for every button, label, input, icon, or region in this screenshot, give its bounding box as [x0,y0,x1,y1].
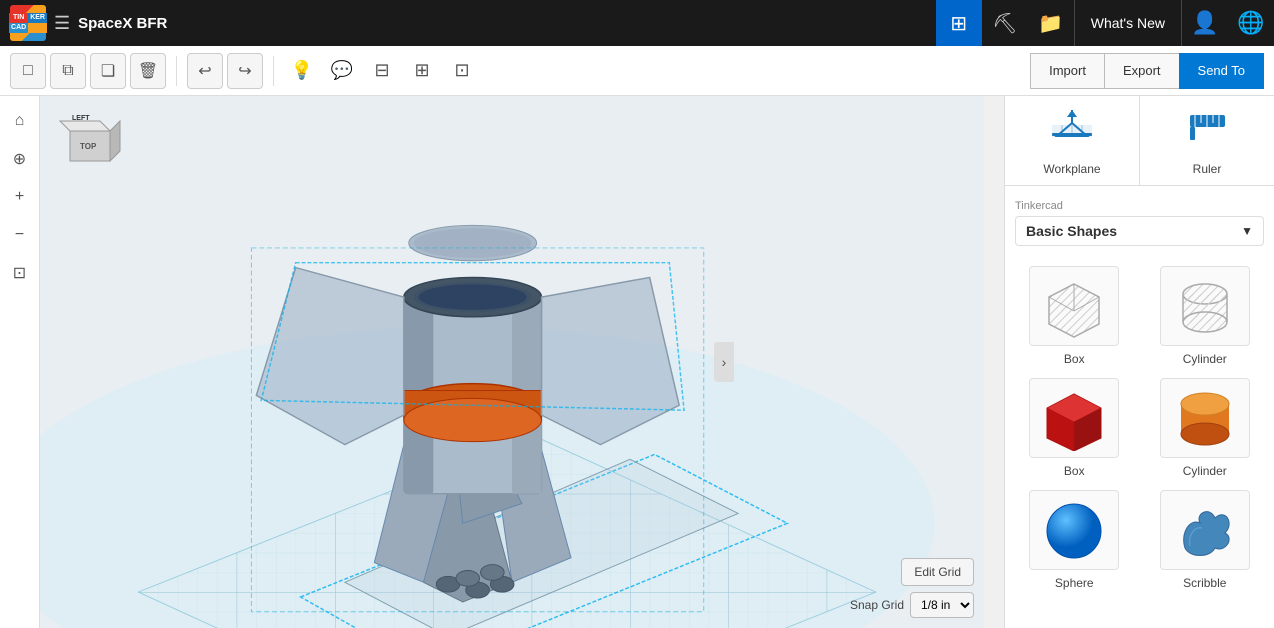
workplane-label: Workplane [1043,162,1100,176]
shape-thumb-scribble [1160,490,1250,570]
shape-label-scribble: Scribble [1183,576,1226,590]
shape-thumb-cylinder-solid [1160,378,1250,458]
shapes-grid: Box [1015,266,1264,590]
logo[interactable]: TIN KER CAD [10,5,46,41]
shape-label-box-solid: Box [1064,464,1085,478]
shape-library: Tinkercad Basic Shapes ▼ [1005,186,1274,628]
rocket-scene [40,96,984,628]
main-area: ⌂ ⊕ + − ⊡ TOP LEFT [0,96,1274,628]
shape-item-sphere-solid[interactable]: Sphere [1015,490,1134,590]
shape-thumb-cylinder-outline [1160,266,1250,346]
right-panel: Workplane Ruler [1004,96,1274,628]
snap-grid-label: Snap Grid [850,598,904,612]
zoom-in-button[interactable]: + [5,182,35,212]
shape-item-cylinder-outline[interactable]: Cylinder [1146,266,1265,366]
shape-label-cylinder-outline: Cylinder [1183,352,1227,366]
snap-grid-select[interactable]: 1/8 in 1/4 in 1/2 in 1 in [910,592,974,618]
shape-label-cylinder-solid: Cylinder [1183,464,1227,478]
fit-view-button[interactable]: ⊕ [5,144,35,174]
grid-view-button[interactable]: ⊞ [936,0,982,46]
shape-thumb-box-solid [1029,378,1119,458]
duplicate-button[interactable]: ❏ [90,53,126,89]
library-header: Tinkercad Basic Shapes ▼ [1015,196,1264,254]
snap-grid-row: Snap Grid 1/8 in 1/4 in 1/2 in 1 in [850,592,974,618]
panel-tools-row: Workplane Ruler [1005,96,1274,186]
light-button[interactable]: 💡 [284,53,320,89]
toolbar: □ ⧉ ❏ 🗑 ↩ ↪ 💡 💬 ⊟ ⊞ ⊡ Import Export Send… [0,46,1274,96]
delete-button[interactable]: 🗑 [130,53,166,89]
library-dropdown-button[interactable]: Basic Shapes ▼ [1015,216,1264,246]
mirror-button[interactable]: ⊞ [404,53,440,89]
shape-item-scribble[interactable]: Scribble [1146,490,1265,590]
viewport-bottom-controls: Edit Grid Snap Grid 1/8 in 1/4 in 1/2 in… [850,558,974,618]
library-name: Basic Shapes [1026,223,1117,239]
ruler-icon [1185,105,1230,158]
comment-button[interactable]: 💬 [324,53,360,89]
user-icon-button[interactable]: 👤 [1182,0,1228,46]
library-brand: Tinkercad [1015,200,1264,212]
logo-area: TIN KER CAD ☰ SpaceX BFR [0,5,177,41]
avatar-button[interactable]: 🌐 [1228,0,1274,46]
new-shape-button[interactable]: □ [10,53,46,89]
viewport[interactable]: TOP LEFT [40,96,984,628]
redo-button[interactable]: ↪ [227,53,263,89]
edit-grid-button[interactable]: Edit Grid [901,558,974,586]
zoom-out-button[interactable]: − [5,220,35,250]
export-button[interactable]: Export [1104,53,1179,89]
align-button[interactable]: ⊟ [364,53,400,89]
hammer-button[interactable]: ⛏ [982,0,1028,46]
folder-button[interactable]: 📁 [1028,0,1074,46]
workplane-button[interactable]: Workplane [1005,96,1140,185]
import-button[interactable]: Import [1030,53,1104,89]
shape-label-sphere-solid: Sphere [1055,576,1094,590]
ruler-button[interactable]: Ruler [1140,96,1274,185]
workplane-icon [1047,105,1097,158]
shape-thumb-sphere-solid [1029,490,1119,570]
nav-right: ⊞ ⛏ 📁 What's New 👤 🌐 [936,0,1274,46]
toolbar-action-group: Import Export Send To [1030,53,1264,89]
top-nav: TIN KER CAD ☰ SpaceX BFR ⊞ ⛏ 📁 What's Ne… [0,0,1274,46]
shape-item-box-solid[interactable]: Box [1015,378,1134,478]
home-view-button[interactable]: ⌂ [5,106,35,136]
toolbar-separator-2 [273,56,274,86]
ruler-label: Ruler [1193,162,1222,176]
whats-new-button[interactable]: What's New [1074,0,1182,46]
shape-label-box-outline: Box [1064,352,1085,366]
hamburger-icon[interactable]: ☰ [54,13,70,34]
send-to-button[interactable]: Send To [1179,53,1264,89]
project-title: SpaceX BFR [78,15,167,32]
shape-item-box-outline[interactable]: Box [1015,266,1134,366]
shape-thumb-box-outline [1029,266,1119,346]
shape-item-cylinder-solid[interactable]: Cylinder [1146,378,1265,478]
dropdown-arrow-icon: ▼ [1241,224,1253,238]
undo-button[interactable]: ↩ [187,53,223,89]
copy-button[interactable]: ⧉ [50,53,86,89]
panel-collapse-button[interactable]: › [714,342,734,382]
toolbar-separator-1 [176,56,177,86]
left-tools-panel: ⌂ ⊕ + − ⊡ [0,96,40,628]
layers-button[interactable]: ⊡ [5,258,35,288]
group-button[interactable]: ⊡ [444,53,480,89]
